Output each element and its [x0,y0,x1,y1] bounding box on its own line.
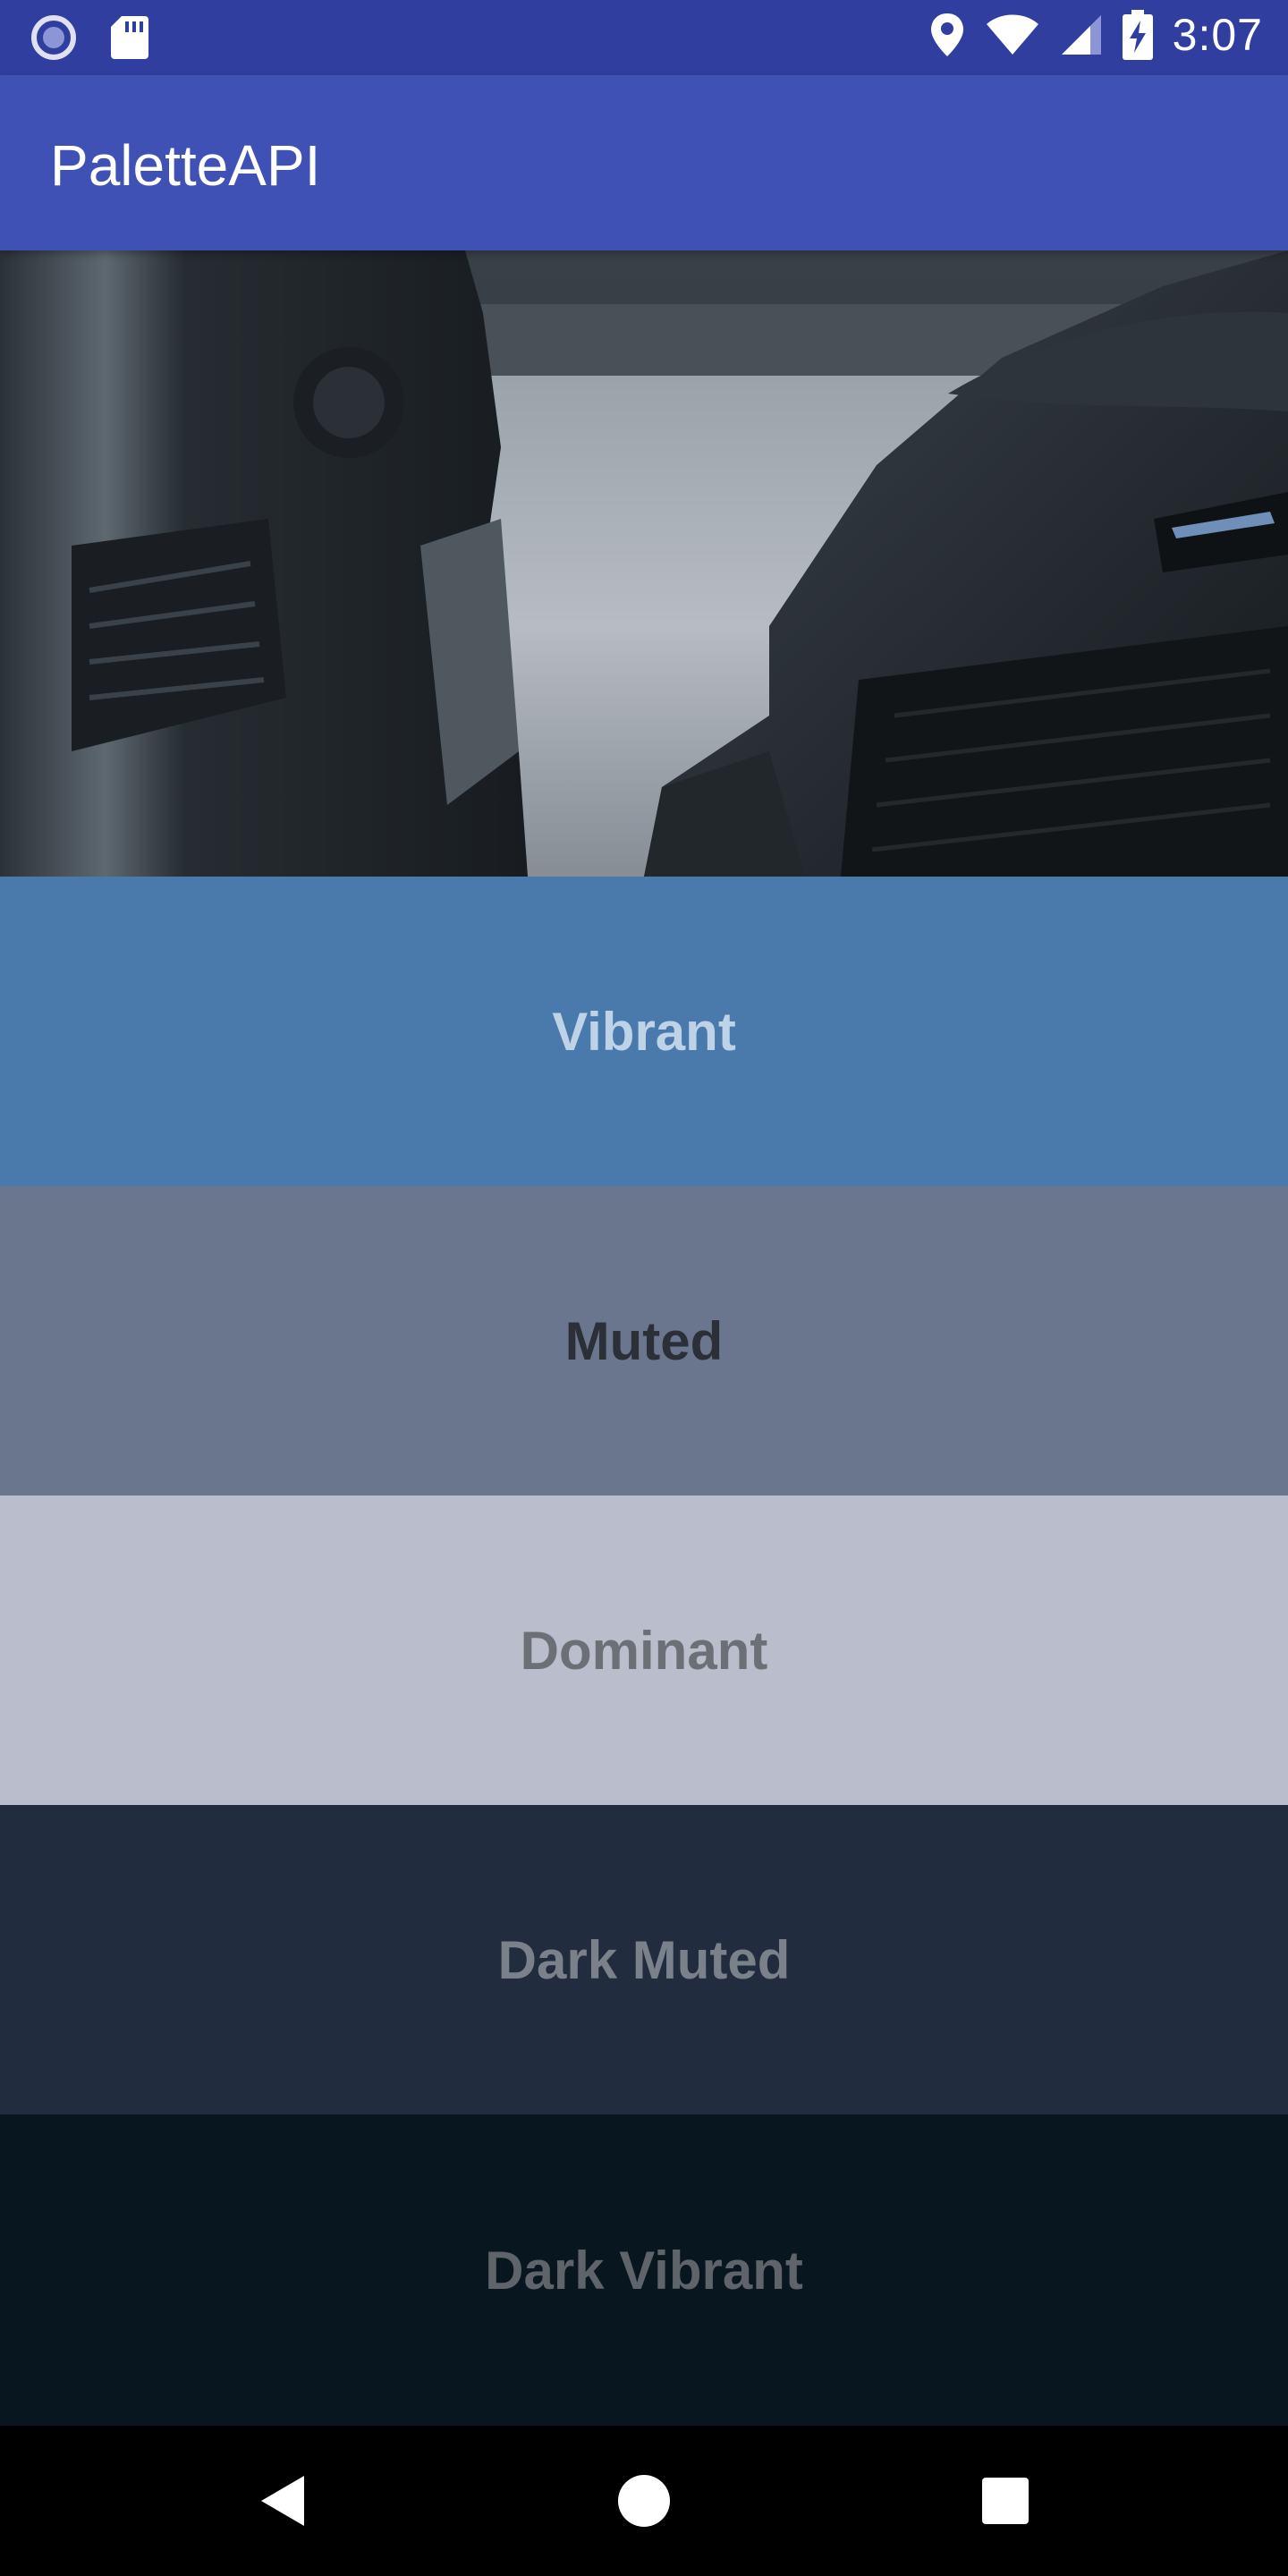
signal-icon [1060,13,1103,56]
recents-icon [982,2478,1029,2524]
battery-charging-icon [1122,10,1153,60]
swatch-vibrant: Vibrant [0,877,1288,1186]
app-bar: PaletteAPI [0,75,1288,250]
swatch-muted: Muted [0,1186,1288,1496]
swatch-dark-muted: Dark Muted [0,1805,1288,2114]
home-icon [618,2475,670,2527]
location-icon [929,12,965,58]
sd-card-icon [109,14,148,61]
swatch-label: Dark Vibrant [485,2240,803,2301]
back-button[interactable] [193,2426,372,2576]
recents-button[interactable] [916,2426,1095,2576]
back-icon [261,2476,304,2526]
home-button[interactable] [555,2426,733,2576]
swatch-dominant: Dominant [0,1496,1288,1805]
car-photo [0,250,1288,877]
swatch-label: Vibrant [552,1001,736,1062]
swatch-label: Dark Muted [497,1929,791,1990]
car-photo-illustration [0,250,1288,877]
status-bar: 3:07 [0,0,1288,75]
navigation-bar [0,2426,1288,2576]
swatch-label: Muted [564,1310,724,1371]
radio-button-icon [30,14,77,61]
status-time: 3:07 [1172,10,1263,60]
status-right-icons: 3:07 [929,9,1263,61]
status-left-icons [30,14,148,61]
page-title: PaletteAPI [50,133,321,198]
swatch-dark-vibrant: Dark Vibrant [0,2114,1288,2426]
wifi-icon [985,13,1040,56]
swatch-label: Dominant [520,1620,768,1681]
